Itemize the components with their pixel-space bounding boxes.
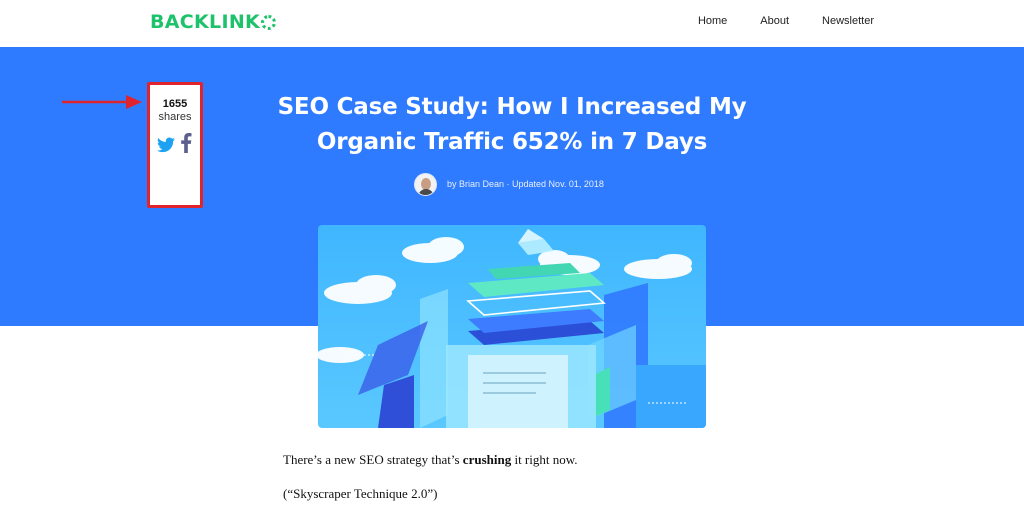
subtitle-paragraph: (“Skyscraper Technique 2.0”) xyxy=(283,486,438,501)
share-label: shares xyxy=(158,111,192,123)
byline-text: by Brian Dean · Updated Nov. 01, 2018 xyxy=(447,179,604,189)
author-avatar xyxy=(414,172,437,196)
intro-text-end: it right now. xyxy=(511,452,578,467)
backlinko-logo[interactable]: BACKLINK xyxy=(150,10,277,34)
logo-text: BACKLINK xyxy=(150,11,261,33)
red-arrow-annotation xyxy=(62,95,142,109)
intro-paragraph: There’s a new SEO strategy that’s crushi… xyxy=(283,452,578,468)
logo-circle-icon xyxy=(261,14,277,30)
article-title: SEO Case Study: How I Increased My Organ… xyxy=(277,94,747,155)
twitter-icon[interactable] xyxy=(156,137,175,153)
share-widget: 1655 shares xyxy=(147,82,203,208)
share-count: 1655 xyxy=(162,98,188,110)
top-navigation-bar: BACKLINK Home About Newsletter xyxy=(0,0,1024,47)
byline: by Brian Dean · Updated Nov. 01, 2018 xyxy=(414,172,604,196)
nav-newsletter-link[interactable]: Newsletter xyxy=(822,15,874,27)
main-nav: Home About Newsletter xyxy=(665,15,874,27)
intro-text-start: There’s a new SEO strategy that’s xyxy=(283,452,463,467)
hero-illustration xyxy=(318,225,706,428)
intro-bold-word: crushing xyxy=(462,452,512,467)
facebook-icon[interactable] xyxy=(179,133,193,153)
nav-home-link[interactable]: Home xyxy=(698,15,727,27)
nav-about-link[interactable]: About xyxy=(760,15,789,27)
